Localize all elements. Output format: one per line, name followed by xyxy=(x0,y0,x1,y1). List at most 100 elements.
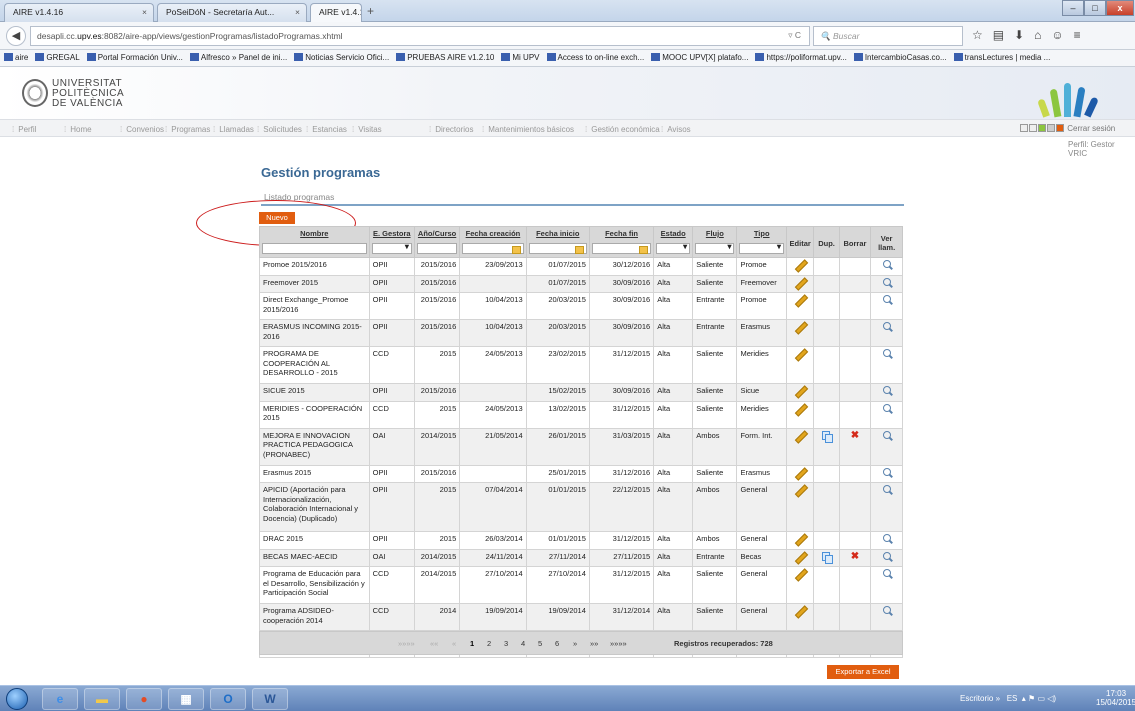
edit-icon[interactable] xyxy=(795,569,805,579)
flag-va-icon[interactable] xyxy=(1038,124,1046,132)
edit-icon[interactable] xyxy=(795,260,805,270)
menu-convenios[interactable]: Convenios xyxy=(120,125,164,134)
clock[interactable]: 17:03 15/04/2015 xyxy=(1096,689,1135,707)
prev-page-button[interactable]: « xyxy=(452,639,456,648)
language-indicator[interactable]: ES xyxy=(1007,694,1018,703)
next-block-button[interactable]: »» xyxy=(590,639,598,648)
column-tipo[interactable]: Tipo xyxy=(736,226,787,258)
filter-creacion-date[interactable] xyxy=(462,243,524,254)
word-icon[interactable]: W xyxy=(252,688,288,710)
network-icon[interactable]: ▭ xyxy=(1037,694,1045,703)
bookmark-item[interactable]: Access to on-line exch... xyxy=(546,53,644,62)
edit-icon[interactable] xyxy=(795,404,805,414)
browser-tab-2[interactable]: PoSeiDóN - Secretaría Aut... × xyxy=(157,3,307,22)
bookmark-item[interactable]: Alfresco » Panel de ini... xyxy=(189,53,287,62)
tray-desktop-label[interactable]: Escritorio xyxy=(960,694,993,703)
next-page-button[interactable]: » xyxy=(573,639,577,648)
edit-icon[interactable] xyxy=(795,552,805,562)
edit-icon[interactable] xyxy=(795,322,805,332)
column-gestora[interactable]: E. Gestora xyxy=(368,226,415,258)
view-calls-icon[interactable] xyxy=(882,485,891,493)
view-calls-icon[interactable] xyxy=(882,386,891,394)
filter-flujo-select[interactable] xyxy=(695,242,735,254)
view-calls-icon[interactable] xyxy=(882,569,891,577)
column-fin[interactable]: Fecha fin xyxy=(588,226,655,258)
close-tab-icon[interactable]: × xyxy=(295,7,300,17)
close-window-icon[interactable]: x xyxy=(1106,0,1134,16)
filter-tipo-select[interactable] xyxy=(739,242,784,254)
view-calls-icon[interactable] xyxy=(882,349,891,357)
prev-block-button[interactable]: «« xyxy=(430,639,438,648)
explorer-folder-icon[interactable]: ▬ xyxy=(84,688,120,710)
menu-llamadas[interactable]: Llamadas xyxy=(213,125,254,134)
browser-tab-3[interactable]: AIRE v1.4.16 xyxy=(310,3,362,22)
bookmark-item[interactable]: Mi UPV xyxy=(501,53,540,62)
browser-toolbar-icons[interactable]: ☆▤⬇⌂☺≡ xyxy=(972,28,1091,42)
chrome-icon[interactable]: ● xyxy=(126,688,162,710)
edit-icon[interactable] xyxy=(795,295,805,305)
filter-estado-select[interactable] xyxy=(656,242,691,254)
menu-estancias[interactable]: Estancias xyxy=(306,125,347,134)
bookmark-item[interactable]: https://poliformat.upv... xyxy=(755,53,847,62)
calculator-icon[interactable]: ▦ xyxy=(168,688,204,710)
view-calls-icon[interactable] xyxy=(882,551,891,560)
duplicate-icon[interactable] xyxy=(822,430,834,443)
upv-logo-text[interactable]: UNIVERSITAT POLITÈCNICA DE VALÈNCIA xyxy=(52,79,124,109)
flag-es-icon[interactable] xyxy=(1020,124,1028,132)
bookmark-item[interactable]: Noticias Servicio Ofici... xyxy=(294,53,389,62)
page-5-button[interactable]: 5 xyxy=(538,639,542,648)
menu-visitas[interactable]: Visitas xyxy=(352,125,381,134)
bookmark-item[interactable]: PRUEBAS AIRE v1.2.10 xyxy=(396,53,494,62)
column-creacion[interactable]: Fecha creación xyxy=(459,226,527,258)
menu-home[interactable]: Home xyxy=(64,125,91,134)
bookmark-item[interactable]: transLectures | media ... xyxy=(953,53,1050,62)
filter-inicio-date[interactable] xyxy=(528,243,587,254)
filter-fin-date[interactable] xyxy=(591,243,652,254)
reload-icon[interactable]: ▿ C xyxy=(788,30,801,41)
view-calls-icon[interactable] xyxy=(882,467,891,476)
view-calls-icon[interactable] xyxy=(882,606,891,614)
bookmark-item[interactable]: GREGAL xyxy=(35,53,80,62)
browser-tab-1[interactable]: AIRE v1.4.16 × xyxy=(4,3,154,22)
url-bar[interactable]: desapli.cc.upv.es:8082/aire-app/views/ge… xyxy=(30,26,810,46)
edit-icon[interactable] xyxy=(795,485,805,495)
flag-icon[interactable]: ⚑ xyxy=(1028,694,1035,703)
view-calls-icon[interactable] xyxy=(882,277,891,286)
bookmark-item[interactable]: IntercambioCasas.co... xyxy=(853,53,947,62)
column-curso[interactable]: Año/Curso xyxy=(413,226,461,258)
column-estado[interactable]: Estado xyxy=(653,226,694,258)
edit-icon[interactable] xyxy=(795,534,805,544)
edit-icon[interactable] xyxy=(795,386,805,396)
ie-icon[interactable]: e xyxy=(42,688,78,710)
last-page-button[interactable]: »»»» xyxy=(610,639,627,648)
outlook-icon[interactable]: O xyxy=(210,688,246,710)
volume-icon[interactable]: ◁) xyxy=(1047,694,1056,703)
menu-mantenimientos[interactable]: Mantenimientos básicos xyxy=(482,125,574,134)
view-calls-icon[interactable] xyxy=(882,322,891,330)
filter-curso-input[interactable] xyxy=(416,243,458,254)
close-tab-icon[interactable]: × xyxy=(142,7,147,17)
delete-icon[interactable]: ✖ xyxy=(851,551,859,562)
page-1-button[interactable]: 1 xyxy=(470,639,474,648)
bookmark-item[interactable]: Portal Formación Univ... xyxy=(86,53,183,62)
view-calls-icon[interactable] xyxy=(882,403,891,412)
menu-perfil[interactable]: Perfil xyxy=(12,125,36,134)
view-calls-icon[interactable] xyxy=(882,260,891,268)
logout-link[interactable]: Cerrar sesión xyxy=(1020,124,1115,133)
page-2-button[interactable]: 2 xyxy=(487,639,491,648)
view-calls-icon[interactable] xyxy=(882,534,891,542)
column-inicio[interactable]: Fecha inicio xyxy=(525,226,590,258)
menu-solicitudes[interactable]: Solicitudes xyxy=(257,125,302,134)
flag-en-icon[interactable] xyxy=(1029,124,1037,132)
export-excel-button[interactable]: Exportar a Excel xyxy=(827,665,899,679)
page-3-button[interactable]: 3 xyxy=(504,639,508,648)
menu-programas[interactable]: Programas xyxy=(165,125,210,134)
column-flujo[interactable]: Flujo xyxy=(692,226,738,258)
back-arrow-icon[interactable]: ◀ xyxy=(6,26,26,46)
view-calls-icon[interactable] xyxy=(882,295,891,303)
settings-icon[interactable] xyxy=(1047,124,1055,132)
menu-avisos[interactable]: Avisos xyxy=(661,125,690,134)
edit-icon[interactable] xyxy=(795,278,805,288)
bookmark-item[interactable]: MOOC UPV[X] platafo... xyxy=(651,53,748,62)
new-tab-icon[interactable]: + xyxy=(367,4,374,18)
